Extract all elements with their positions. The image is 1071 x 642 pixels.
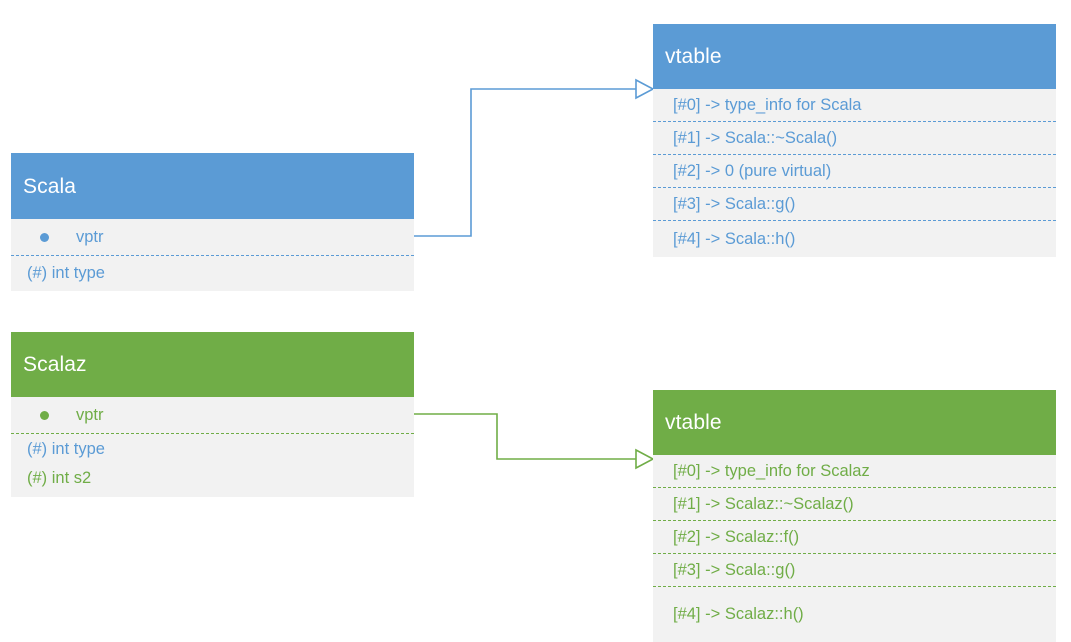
vtable-box-scalaz[interactable]: vtable [#0] -> type_info for Scalaz [#1]… <box>653 390 1056 642</box>
vtable-box-scala[interactable]: vtable [#0] -> type_info for Scala [#1] … <box>653 24 1056 257</box>
member-row-vptr[interactable]: vptr <box>11 397 414 434</box>
class-header-scalaz: Scalaz <box>11 332 414 397</box>
member-row-field[interactable]: (#) int s2 <box>11 464 414 492</box>
class-name-scala: Scala <box>23 174 77 198</box>
vtable-title: vtable <box>665 411 722 434</box>
arrowhead-hollow-triangle <box>635 448 655 470</box>
class-name-scalaz: Scalaz <box>23 353 87 376</box>
vtable-body-scala: [#0] -> type_info for Scala [#1] -> Scal… <box>653 89 1056 257</box>
class-body-scala: vptr (#) int type <box>11 219 414 291</box>
vtable-entry-row[interactable]: [#4] -> Scala::h() <box>653 221 1056 257</box>
vtable-entry-row[interactable]: [#3] -> Scala::g() <box>653 188 1056 221</box>
class-box-scala[interactable]: Scala vptr (#) int type <box>11 153 414 291</box>
member-label: (#) int type <box>27 439 105 458</box>
member-label: (#) int type <box>27 263 105 282</box>
vtable-entry-row[interactable]: [#1] -> Scalaz::~Scalaz() <box>653 488 1056 521</box>
vtable-entry-row[interactable]: [#2] -> 0 (pure virtual) <box>653 155 1056 188</box>
member-label: (#) int s2 <box>27 468 92 487</box>
member-label: vptr <box>76 405 104 424</box>
vtable-entry-row[interactable]: [#1] -> Scala::~Scala() <box>653 122 1056 155</box>
class-body-scalaz: vptr (#) int type (#) int s2 <box>11 397 414 497</box>
member-label: vptr <box>76 227 104 246</box>
vtable-entry-row[interactable]: [#0] -> type_info for Scala <box>653 89 1056 122</box>
class-box-scalaz[interactable]: Scalaz vptr (#) int type (#) int s2 <box>11 332 414 497</box>
vtable-title: vtable <box>665 45 722 68</box>
bullet-icon <box>40 410 49 420</box>
vtable-header-scala: vtable <box>653 24 1056 89</box>
vtable-entry-row[interactable]: [#2] -> Scalaz::f() <box>653 521 1056 554</box>
vtable-entry-row[interactable]: [#4] -> Scalaz::h() <box>653 587 1056 642</box>
connector-scalaz-vptr-to-vtable <box>414 413 655 470</box>
member-row-field[interactable]: (#) int type <box>11 434 414 464</box>
class-header-scala: Scala <box>11 153 414 219</box>
vtable-body-scalaz: [#0] -> type_info for Scalaz [#1] -> Sca… <box>653 455 1056 642</box>
member-row-vptr[interactable]: vptr <box>11 219 414 256</box>
connector-scala-vptr-to-vtable <box>414 78 655 237</box>
vtable-entry-row[interactable]: [#0] -> type_info for Scalaz <box>653 455 1056 488</box>
arrowhead-hollow-triangle <box>635 78 655 100</box>
member-row-field[interactable]: (#) int type <box>11 256 414 290</box>
diagram-canvas: Scala vptr (#) int type Scalaz vptr (#) … <box>0 0 1071 642</box>
vtable-entry-row[interactable]: [#3] -> Scala::g() <box>653 554 1056 587</box>
vtable-header-scalaz: vtable <box>653 390 1056 455</box>
bullet-icon <box>40 232 49 242</box>
